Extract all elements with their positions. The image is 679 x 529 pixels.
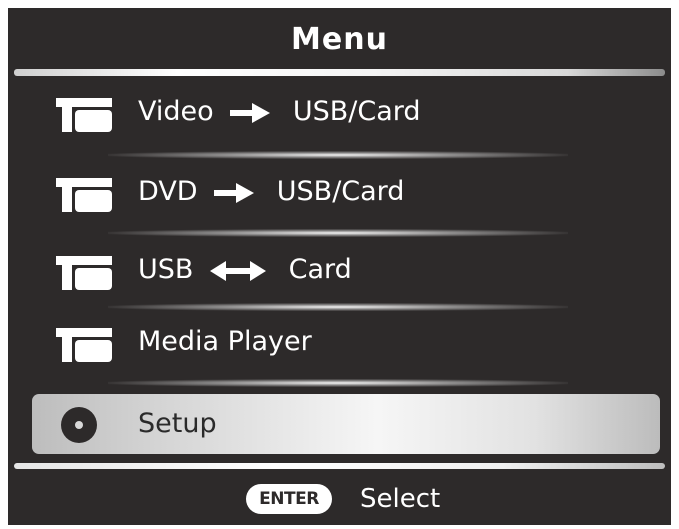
- arrow-right-icon: [230, 102, 271, 123]
- item-source-label: Video: [138, 96, 214, 127]
- row-divider: [108, 379, 568, 387]
- menu-title: Menu: [291, 22, 388, 57]
- item-target-label: USB/Card: [276, 176, 405, 207]
- item-target-label: Card: [288, 254, 352, 285]
- select-hint-label: Select: [360, 484, 441, 514]
- menu-screen: Menu Video USB/Card DVD USB/Card USB Car…: [8, 8, 671, 525]
- item-label: Setup: [138, 408, 217, 439]
- footer-divider: [14, 463, 665, 469]
- menu-item-media-player[interactable]: Media Player: [8, 306, 671, 378]
- enter-button[interactable]: ENTER: [246, 484, 332, 514]
- item-source-label: DVD: [138, 176, 198, 207]
- menu-item-usb-card-copy[interactable]: USB Card: [8, 234, 671, 306]
- menu-item-setup[interactable]: Setup: [32, 394, 660, 454]
- title-divider: [14, 69, 665, 76]
- tv-icon: [56, 328, 112, 362]
- tv-icon: [56, 98, 112, 132]
- menu-item-video-to-usb-card[interactable]: Video USB/Card: [8, 76, 671, 148]
- arrow-left-right-icon: [210, 260, 267, 281]
- tv-icon: [56, 178, 112, 212]
- item-label: Media Player: [138, 326, 312, 357]
- arrow-right-icon: [214, 182, 255, 203]
- tv-icon: [56, 256, 112, 290]
- item-source-label: USB: [138, 254, 194, 285]
- footer-hint: ENTER Select: [8, 470, 671, 525]
- menu-item-dvd-to-usb-card[interactable]: DVD USB/Card: [8, 156, 671, 228]
- disc-icon: [61, 407, 97, 443]
- item-target-label: USB/Card: [292, 96, 421, 127]
